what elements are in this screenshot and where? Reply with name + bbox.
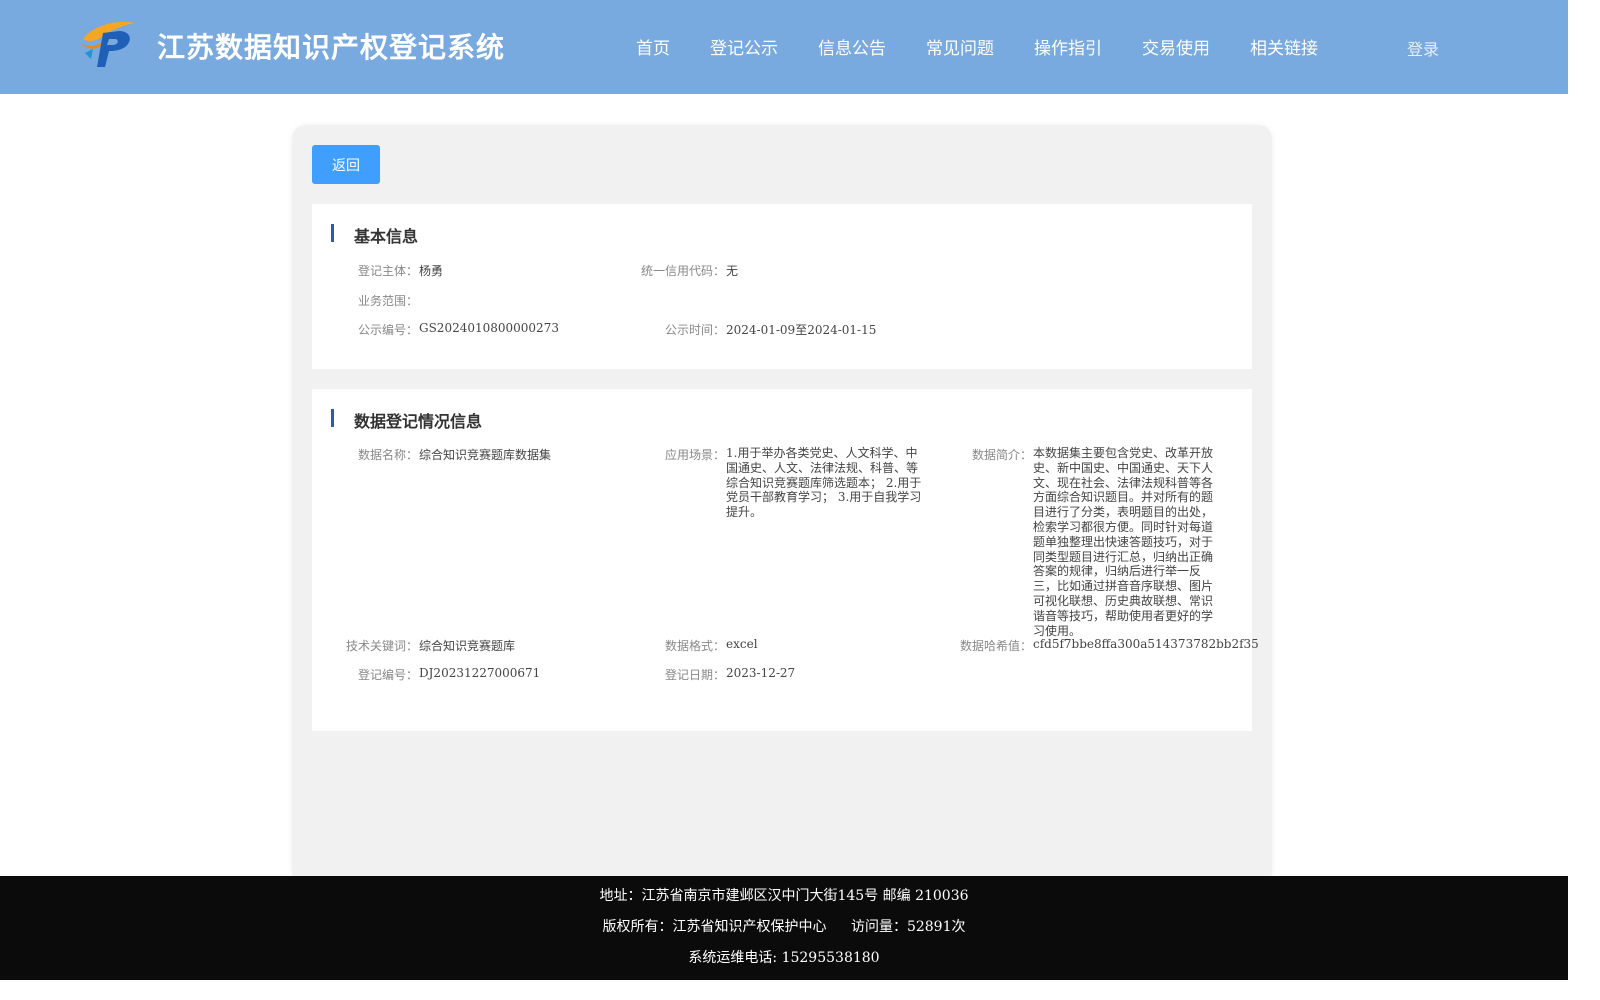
nav-related-links[interactable]: 相关链接 (1250, 34, 1318, 59)
format-label: 数据格式： (664, 639, 725, 653)
nav-announcements[interactable]: 信息公告 (818, 34, 886, 59)
section-marker (331, 409, 334, 427)
notice-no-value: GS2024010800000273 (419, 321, 559, 335)
scenario-label: 应用场景： (664, 448, 725, 462)
notice-time-label: 公示时间： (664, 323, 725, 337)
back-button[interactable]: 返回 (312, 145, 380, 184)
page-scrollbar[interactable] (1568, 0, 1600, 1000)
subject-value: 杨勇 (419, 264, 444, 278)
footer-address: 地址：江苏省南京市建邺区汉中门大街145号 邮编 210036 (599, 888, 969, 904)
summary-value: 本数据集主要包含党史、改革开放史、新中国史、中国通史、天下人文、现在社会、法律法… (1033, 446, 1214, 638)
footer-copyright: 版权所有：江苏省知识产权保护中心 (602, 919, 827, 935)
registration-info-card: 数据登记情况信息 数据名称： 综合知识竞赛题库数据集 应用场景： 1.用于举办各… (312, 389, 1259, 731)
credit-code-value: 无 (726, 264, 739, 278)
business-scope-label: 业务范围： (357, 294, 418, 308)
keywords-label: 技术关键词： (345, 639, 418, 653)
summary-label: 数据简介： (971, 448, 1032, 462)
site-header: 江苏数据知识产权登记系统 首页 登记公示 信息公告 常见问题 操作指引 交易使用… (0, 0, 1568, 94)
nav-guide[interactable]: 操作指引 (1034, 34, 1102, 59)
hash-value: cfd5f7bbe8ffa300a514373782bb2f35 (1033, 637, 1259, 651)
keywords-value: 综合知识竞赛题库 (419, 639, 516, 653)
section-marker (331, 224, 334, 242)
nav-registration-notice[interactable]: 登记公示 (710, 34, 778, 59)
registration-info-title: 数据登记情况信息 (354, 412, 483, 431)
credit-code-label: 统一信用代码： (640, 264, 725, 278)
data-name-label: 数据名称： (357, 448, 418, 462)
subject-label: 登记主体： (357, 264, 418, 278)
footer-visits: 访问量：52891次 (850, 919, 966, 935)
basic-info-card: 基本信息 登记主体： 杨勇 统一信用代码： 无 业务范围： 公示编号： GS20… (312, 204, 1252, 369)
main-nav: 首页 登记公示 信息公告 常见问题 操作指引 交易使用 相关链接 (0, 34, 1568, 59)
nav-trade-use[interactable]: 交易使用 (1142, 34, 1210, 59)
format-value: excel (726, 637, 758, 651)
login-link[interactable]: 登录 (1407, 36, 1439, 60)
notice-no-label: 公示编号： (357, 323, 418, 337)
scenario-value: 1.用于举办各类党史、人文科学、中国通史、人文、法律法规、科普、等综合知识竞赛题… (726, 446, 922, 520)
data-name-value: 综合知识竞赛题库数据集 (419, 448, 552, 462)
nav-home[interactable]: 首页 (636, 34, 670, 59)
detail-panel: 返回 基本信息 登记主体： 杨勇 统一信用代码： 无 业务范围： 公示编号： G… (292, 125, 1272, 885)
notice-time-value: 2024-01-09至2024-01-15 (726, 323, 877, 337)
reg-no-label: 登记编号： (357, 668, 418, 682)
nav-faq[interactable]: 常见问题 (926, 34, 994, 59)
basic-info-title: 基本信息 (354, 227, 419, 246)
hash-label: 数据哈希值： (959, 639, 1032, 653)
site-footer: 地址：江苏省南京市建邺区汉中门大街145号 邮编 210036 版权所有：江苏省… (0, 876, 1568, 980)
reg-date-label: 登记日期： (664, 668, 725, 682)
footer-copyright-row: 版权所有：江苏省知识产权保护中心 访问量：52891次 (0, 916, 1568, 936)
reg-no-value: DJ20231227000671 (419, 666, 541, 680)
footer-hotline: 系统运维电话: 15295538180 (688, 950, 880, 966)
reg-date-value: 2023-12-27 (726, 666, 796, 680)
